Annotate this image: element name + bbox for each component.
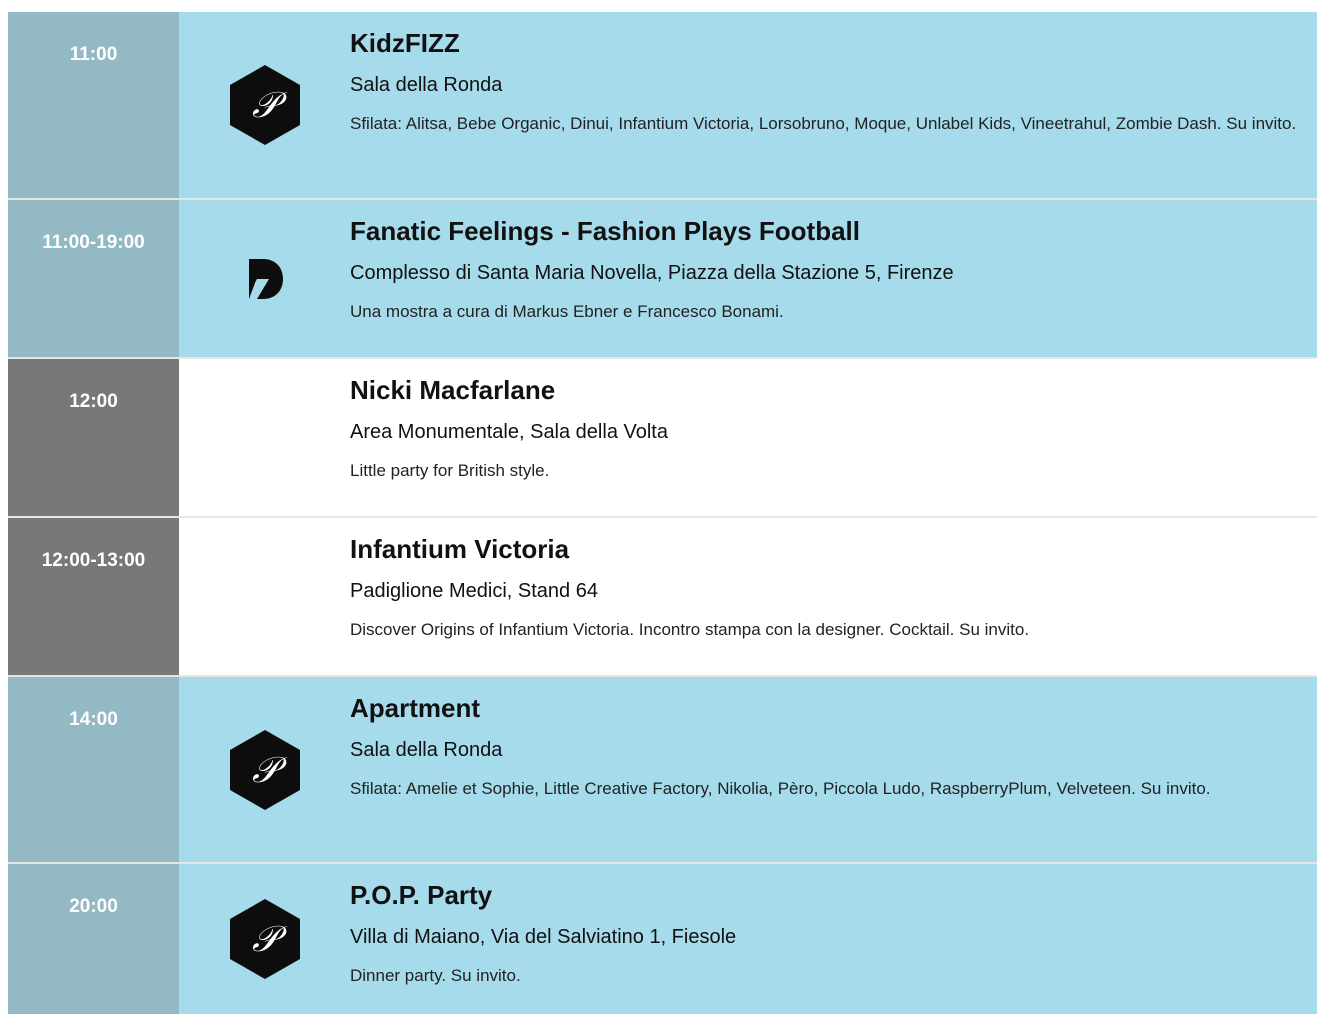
event-row[interactable]: 11:00 𝒫 KidzFIZZ Sala della Ronda Sfilat… <box>8 12 1317 200</box>
event-time: 12:00-13:00 <box>8 518 179 675</box>
pitti-p-hexagon-icon: 𝒫 <box>229 65 300 145</box>
event-content: Apartment Sala della Ronda Sfilata: Amel… <box>350 677 1317 862</box>
event-row[interactable]: 12:00-13:00 Infantium Victoria Padiglion… <box>8 518 1317 677</box>
event-title[interactable]: KidzFIZZ <box>350 26 1297 60</box>
event-content: P.O.P. Party Villa di Maiano, Via del Sa… <box>350 864 1317 1014</box>
event-row[interactable]: 20:00 𝒫 P.O.P. Party Villa di Maiano, Vi… <box>8 864 1317 1014</box>
pitti-discovery-icon <box>245 257 285 301</box>
event-title[interactable]: Fanatic Feelings - Fashion Plays Footbal… <box>350 214 1297 248</box>
event-time: 14:00 <box>8 677 179 862</box>
pitti-p-hexagon-icon: 𝒫 <box>229 729 300 810</box>
event-logo <box>179 200 350 357</box>
event-venue: Villa di Maiano, Via del Salviatino 1, F… <box>350 926 737 948</box>
event-time: 12:00 <box>8 359 179 516</box>
event-content: Fanatic Feelings - Fashion Plays Footbal… <box>350 200 1317 357</box>
event-venue: Area Monumentale, Sala della Volta <box>350 421 668 443</box>
event-description: Sfilata: Amelie et Sophie, Little Creati… <box>350 779 1211 798</box>
event-schedule: 11:00 𝒫 KidzFIZZ Sala della Ronda Sfilat… <box>8 12 1317 1014</box>
event-title[interactable]: Nicki Macfarlane <box>350 373 1297 407</box>
event-description: Una mostra a cura di Markus Ebner e Fran… <box>350 302 784 321</box>
event-time: 11:00 <box>8 12 179 198</box>
event-time: 11:00-19:00 <box>8 200 179 357</box>
event-content: Nicki Macfarlane Area Monumentale, Sala … <box>350 359 1317 516</box>
event-content: Infantium Victoria Padiglione Medici, St… <box>350 518 1317 675</box>
event-time: 20:00 <box>8 864 179 1014</box>
event-venue: Sala della Ronda <box>350 739 503 761</box>
event-venue: Padiglione Medici, Stand 64 <box>350 580 598 602</box>
event-description: Little party for British style. <box>350 461 550 480</box>
event-row[interactable]: 14:00 𝒫 Apartment Sala della Ronda Sfila… <box>8 677 1317 864</box>
pitti-p-hexagon-icon: 𝒫 <box>229 899 300 979</box>
event-logo: 𝒫 <box>179 864 350 1014</box>
event-title[interactable]: Infantium Victoria <box>350 532 1297 566</box>
event-row[interactable]: 12:00 Nicki Macfarlane Area Monumentale,… <box>8 359 1317 518</box>
event-venue: Sala della Ronda <box>350 74 503 96</box>
event-title[interactable]: Apartment <box>350 691 1297 725</box>
event-content: KidzFIZZ Sala della Ronda Sfilata: Alits… <box>350 12 1317 198</box>
event-logo: 𝒫 <box>179 677 350 862</box>
event-logo <box>179 518 350 675</box>
event-logo: 𝒫 <box>179 12 350 198</box>
event-logo <box>179 359 350 516</box>
event-title[interactable]: P.O.P. Party <box>350 878 1297 912</box>
event-venue: Complesso di Santa Maria Novella, Piazza… <box>350 262 954 284</box>
event-description: Dinner party. Su invito. <box>350 966 521 985</box>
event-row[interactable]: 11:00-19:00 Fanatic Feelings - Fashion P… <box>8 200 1317 359</box>
event-description: Sfilata: Alitsa, Bebe Organic, Dinui, In… <box>350 114 1297 133</box>
event-description: Discover Origins of Infantium Victoria. … <box>350 620 1030 639</box>
